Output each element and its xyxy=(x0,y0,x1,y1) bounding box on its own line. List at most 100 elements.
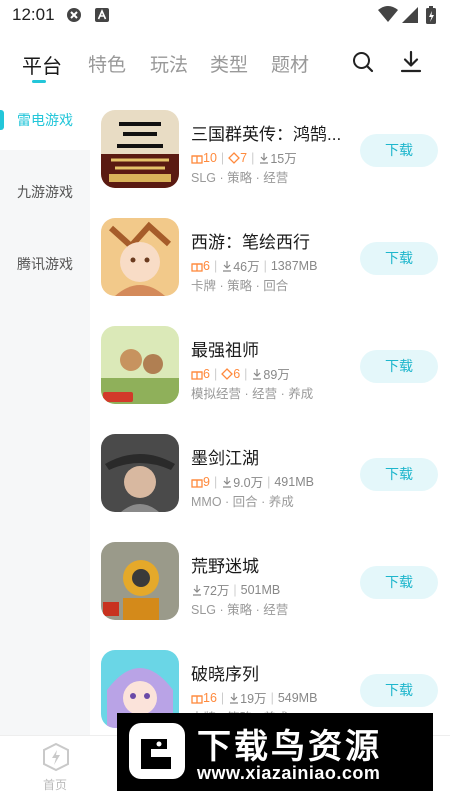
sidebar-active-marker xyxy=(0,110,4,130)
sidebar-item-label: 九游游戏 xyxy=(17,184,73,200)
download-button[interactable]: 下载 xyxy=(360,674,438,707)
download-count: 46万 xyxy=(221,256,260,275)
game-title: 最强祖师 xyxy=(191,341,259,360)
game-icon-sanguo[interactable] xyxy=(101,110,179,188)
separator: | xyxy=(220,690,225,705)
game-stats: 72万 | 501MB xyxy=(191,580,280,599)
sidebar-item-label: 腾讯游戏 xyxy=(17,256,73,272)
download-small-icon xyxy=(253,368,262,380)
download-button[interactable]: 下载 xyxy=(360,458,438,491)
separator: | xyxy=(244,366,248,381)
notification-blocked-icon xyxy=(67,8,81,22)
sidebar-item-jiuyou[interactable]: 九游游戏 xyxy=(0,162,90,222)
download-count: 15万 xyxy=(258,148,297,167)
status-time: 12:01 xyxy=(12,5,55,24)
game-size: 549MB xyxy=(277,690,318,705)
game-row[interactable]: 西游：笔绘西行 6 | 46万 | 1387MB 卡牌 · 策略 · 回合 下载 xyxy=(90,198,450,306)
game-size: 491MB xyxy=(274,474,314,489)
download-small-icon xyxy=(193,584,201,596)
gift-icon xyxy=(191,694,203,704)
watermark-banner: 下载鸟资源 www.xiazainiao.com xyxy=(117,713,433,791)
game-icon-xiyou[interactable] xyxy=(101,218,179,296)
status-right-icons xyxy=(378,6,436,24)
gift-count: 9 xyxy=(191,475,210,489)
game-stats: 16 | 19万 | 549MB xyxy=(191,688,317,707)
gift-count: 6 xyxy=(191,259,210,273)
gift-count: 10 xyxy=(191,151,217,165)
game-tags: SLG · 策略 · 经营 xyxy=(191,171,289,185)
download-small-icon xyxy=(230,692,239,704)
separator: | xyxy=(220,150,225,165)
gift-icon xyxy=(191,262,203,272)
game-title: 荒野迷城 xyxy=(191,557,259,576)
signal-icon xyxy=(402,7,418,23)
game-tags: 模拟经营 · 经营 · 养成 xyxy=(191,387,314,401)
download-button[interactable]: 下载 xyxy=(360,242,438,275)
game-title: 西游：笔绘西行 xyxy=(191,233,310,252)
game-size: 1387MB xyxy=(270,258,318,273)
game-tags: 卡牌 · 策略 · 回合 xyxy=(191,279,289,293)
sidebar-item-leidian[interactable]: 雷电游戏 xyxy=(0,90,90,150)
game-title: 破晓序列 xyxy=(191,665,259,684)
search-icon[interactable] xyxy=(351,50,375,74)
bird-logo-icon xyxy=(129,723,185,779)
status-bar: 12:01 xyxy=(0,0,450,30)
download-count: 89万 xyxy=(251,364,290,383)
tab-features[interactable]: 特色 xyxy=(88,50,126,77)
game-row[interactable]: 最强祖师 6 | 6 | 89万 模拟经营 · 经营 · 养成 下载 xyxy=(90,306,450,414)
tab-theme[interactable]: 题材 xyxy=(271,50,309,77)
coupon-count: 7 xyxy=(228,151,247,165)
separator: | xyxy=(233,582,237,597)
game-icon-huangye[interactable] xyxy=(101,542,179,620)
game-title: 三国群英传：鸿鹄... xyxy=(191,125,342,144)
watermark-url: www.xiazainiao.com xyxy=(197,763,381,783)
download-icon[interactable] xyxy=(399,50,423,74)
game-row[interactable]: 三国群英传：鸿鹄... 10 | 7 | 15万 SLG · 策略 · 经营 下… xyxy=(90,90,450,198)
separator: | xyxy=(251,150,255,165)
download-button[interactable]: 下载 xyxy=(360,350,438,383)
home-label[interactable]: 首页 xyxy=(43,776,67,793)
game-title: 墨剑江湖 xyxy=(191,449,259,468)
game-tags: SLG · 策略 · 经营 xyxy=(191,603,289,617)
separator: | xyxy=(213,474,218,489)
game-stats: 9 | 9.0万 | 491MB xyxy=(191,472,314,491)
game-row[interactable]: 墨剑江湖 9 | 9.0万 | 491MB MMO · 回合 · 养成 下载 xyxy=(90,414,450,522)
separator: | xyxy=(213,258,218,273)
game-stats: 6 | 46万 | 1387MB xyxy=(191,256,317,275)
sidebar-item-tencent[interactable]: 腾讯游戏 xyxy=(0,234,90,294)
game-stats: 6 | 6 | 89万 xyxy=(191,364,290,383)
separator: | xyxy=(213,366,218,381)
game-row[interactable]: 荒野迷城 72万 | 501MB SLG · 策略 · 经营 下载 xyxy=(90,522,450,630)
separator: | xyxy=(263,258,267,273)
game-icon-zuishi[interactable] xyxy=(101,326,179,404)
separator: | xyxy=(267,474,271,489)
gift-icon xyxy=(191,370,203,380)
watermark-title: 下载鸟资源 xyxy=(197,727,382,767)
tab-active-indicator xyxy=(32,80,46,83)
separator: | xyxy=(270,690,274,705)
tab-genre[interactable]: 类型 xyxy=(210,50,248,77)
battery-icon xyxy=(426,6,436,24)
gift-count: 6 xyxy=(191,367,210,381)
gift-icon xyxy=(191,154,203,164)
download-count: 19万 xyxy=(228,688,267,707)
gift-count: 16 xyxy=(191,691,217,705)
wifi-icon xyxy=(378,6,398,22)
download-button[interactable]: 下载 xyxy=(360,566,438,599)
download-count: 9.0万 xyxy=(221,472,263,491)
download-small-icon xyxy=(223,476,232,488)
download-small-icon xyxy=(260,152,269,164)
home-icon[interactable] xyxy=(41,742,71,772)
tab-platform[interactable]: 平台 xyxy=(22,50,62,79)
game-stats: 10 | 7 | 15万 xyxy=(191,148,297,167)
game-size: 501MB xyxy=(240,582,281,597)
download-button[interactable]: 下载 xyxy=(360,134,438,167)
download-small-icon xyxy=(223,260,232,272)
app-a-icon xyxy=(95,8,109,22)
top-nav: 平台 特色 玩法 类型 题材 xyxy=(0,38,450,88)
game-icon-mojian[interactable] xyxy=(101,434,179,512)
coupon-count: 6 xyxy=(221,367,240,381)
platform-sidebar: 雷电游戏 九游游戏 腾讯游戏 xyxy=(0,90,90,735)
tab-gameplay[interactable]: 玩法 xyxy=(150,50,188,77)
coupon-icon xyxy=(228,151,241,164)
